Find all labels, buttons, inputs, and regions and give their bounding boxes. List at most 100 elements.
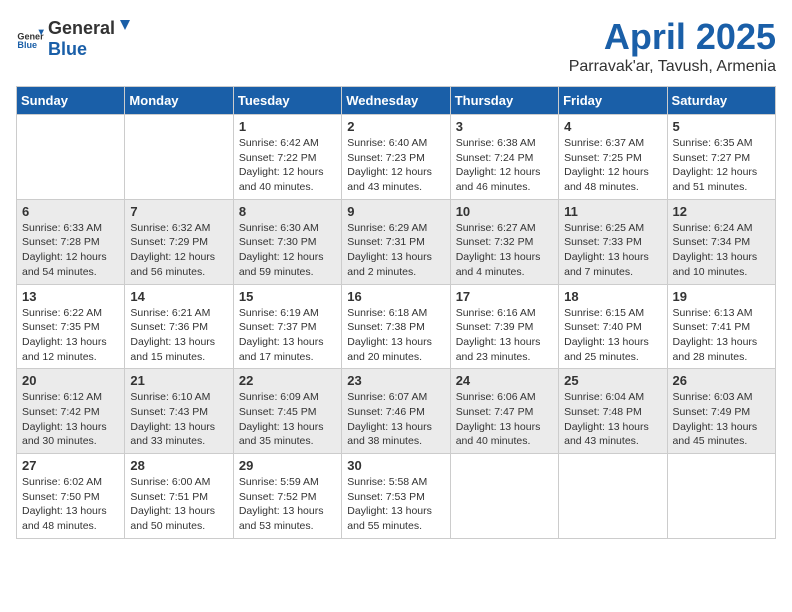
day-number: 9 [347, 204, 444, 219]
logo-blue-text: Blue [48, 39, 135, 60]
calendar-cell: 2 Sunrise: 6:40 AMSunset: 7:23 PMDaylight… [342, 115, 450, 200]
day-info: Sunrise: 6:09 AMSunset: 7:45 PMDaylight:… [239, 390, 336, 449]
calendar-cell: 30 Sunrise: 5:58 AMSunset: 7:53 PMDayligh… [342, 454, 450, 539]
calendar-table: SundayMondayTuesdayWednesdayThursdayFrid… [16, 86, 776, 539]
day-info: Sunrise: 6:35 AMSunset: 7:27 PMDaylight:… [673, 136, 770, 195]
day-number: 17 [456, 289, 553, 304]
calendar-cell: 3 Sunrise: 6:38 AMSunset: 7:24 PMDaylight… [450, 115, 558, 200]
calendar-cell: 17Sunrise: 6:16 AMSunset: 7:39 PMDayligh… [450, 284, 558, 369]
logo-icon: General Blue [16, 24, 44, 52]
calendar-cell: 24Sunrise: 6:06 AMSunset: 7:47 PMDayligh… [450, 369, 558, 454]
day-number: 28 [130, 458, 227, 473]
day-number: 25 [564, 373, 661, 388]
day-info: Sunrise: 6:07 AMSunset: 7:46 PMDaylight:… [347, 390, 444, 449]
calendar-cell: 27 Sunrise: 6:02 AMSunset: 7:50 PMDayligh… [17, 454, 125, 539]
day-number: 2 [347, 119, 444, 134]
day-info: Sunrise: 6:21 AMSunset: 7:36 PMDaylight:… [130, 306, 227, 365]
day-info: Sunrise: 6:18 AMSunset: 7:38 PMDaylight:… [347, 306, 444, 365]
day-number: 30 [347, 458, 444, 473]
calendar-cell: 22Sunrise: 6:09 AMSunset: 7:45 PMDayligh… [233, 369, 341, 454]
day-number: 4 [564, 119, 661, 134]
day-info: Sunrise: 6:40 AMSunset: 7:23 PMDaylight:… [347, 136, 444, 195]
calendar-cell: 18 Sunrise: 6:15 AMSunset: 7:40 PMDayligh… [559, 284, 667, 369]
calendar-cell: 25 Sunrise: 6:04 AMSunset: 7:48 PMDayligh… [559, 369, 667, 454]
calendar-row: 1 Sunrise: 6:42 AMSunset: 7:22 PMDaylight… [17, 115, 776, 200]
day-info: Sunrise: 6:42 AMSunset: 7:22 PMDaylight:… [239, 136, 336, 195]
day-number: 3 [456, 119, 553, 134]
weekday-header-thursday: Thursday [450, 87, 558, 115]
calendar-cell: 8 Sunrise: 6:30 AMSunset: 7:30 PMDaylight… [233, 199, 341, 284]
title-area: April 2025 Parravak'ar, Tavush, Armenia [569, 16, 776, 76]
calendar-cell: 1 Sunrise: 6:42 AMSunset: 7:22 PMDaylight… [233, 115, 341, 200]
day-number: 12 [673, 204, 770, 219]
day-number: 20 [22, 373, 119, 388]
calendar-row: 6Sunrise: 6:33 AMSunset: 7:28 PMDaylight… [17, 199, 776, 284]
calendar-row: 20Sunrise: 6:12 AMSunset: 7:42 PMDayligh… [17, 369, 776, 454]
day-number: 14 [130, 289, 227, 304]
calendar-cell [559, 454, 667, 539]
calendar-cell [450, 454, 558, 539]
day-number: 16 [347, 289, 444, 304]
day-number: 7 [130, 204, 227, 219]
day-info: Sunrise: 6:04 AMSunset: 7:48 PMDaylight:… [564, 390, 661, 449]
calendar-row: 13 Sunrise: 6:22 AMSunset: 7:35 PMDayligh… [17, 284, 776, 369]
calendar-cell: 13 Sunrise: 6:22 AMSunset: 7:35 PMDayligh… [17, 284, 125, 369]
calendar-cell: 15Sunrise: 6:19 AMSunset: 7:37 PMDayligh… [233, 284, 341, 369]
day-info: Sunrise: 6:02 AMSunset: 7:50 PMDaylight:… [22, 475, 119, 534]
day-info: Sunrise: 6:25 AMSunset: 7:33 PMDaylight:… [564, 221, 661, 280]
calendar-cell: 19 Sunrise: 6:13 AMSunset: 7:41 PMDayligh… [667, 284, 775, 369]
calendar-cell: 26Sunrise: 6:03 AMSunset: 7:49 PMDayligh… [667, 369, 775, 454]
day-number: 11 [564, 204, 661, 219]
day-info: Sunrise: 5:59 AMSunset: 7:52 PMDaylight:… [239, 475, 336, 534]
weekday-header-wednesday: Wednesday [342, 87, 450, 115]
weekday-header-sunday: Sunday [17, 87, 125, 115]
calendar-cell: 5 Sunrise: 6:35 AMSunset: 7:27 PMDaylight… [667, 115, 775, 200]
day-number: 21 [130, 373, 227, 388]
calendar-cell: 10Sunrise: 6:27 AMSunset: 7:32 PMDayligh… [450, 199, 558, 284]
day-number: 1 [239, 119, 336, 134]
calendar-cell: 12 Sunrise: 6:24 AMSunset: 7:34 PMDayligh… [667, 199, 775, 284]
day-number: 6 [22, 204, 119, 219]
calendar-cell: 9 Sunrise: 6:29 AMSunset: 7:31 PMDaylight… [342, 199, 450, 284]
day-info: Sunrise: 6:10 AMSunset: 7:43 PMDaylight:… [130, 390, 227, 449]
calendar-cell: 20Sunrise: 6:12 AMSunset: 7:42 PMDayligh… [17, 369, 125, 454]
logo-general-text: General [48, 18, 115, 39]
calendar-cell: 7 Sunrise: 6:32 AMSunset: 7:29 PMDaylight… [125, 199, 233, 284]
day-info: Sunrise: 6:38 AMSunset: 7:24 PMDaylight:… [456, 136, 553, 195]
day-number: 15 [239, 289, 336, 304]
logo: General Blue General Blue [16, 16, 135, 60]
calendar-cell [125, 115, 233, 200]
location-title: Parravak'ar, Tavush, Armenia [569, 58, 776, 76]
calendar-cell [17, 115, 125, 200]
calendar-cell: 6Sunrise: 6:33 AMSunset: 7:28 PMDaylight… [17, 199, 125, 284]
day-number: 19 [673, 289, 770, 304]
day-info: Sunrise: 6:30 AMSunset: 7:30 PMDaylight:… [239, 221, 336, 280]
day-number: 5 [673, 119, 770, 134]
day-info: Sunrise: 6:00 AMSunset: 7:51 PMDaylight:… [130, 475, 227, 534]
day-info: Sunrise: 6:24 AMSunset: 7:34 PMDaylight:… [673, 221, 770, 280]
calendar-cell: 11 Sunrise: 6:25 AMSunset: 7:33 PMDayligh… [559, 199, 667, 284]
calendar-cell: 29Sunrise: 5:59 AMSunset: 7:52 PMDayligh… [233, 454, 341, 539]
weekday-header-saturday: Saturday [667, 87, 775, 115]
weekday-header-tuesday: Tuesday [233, 87, 341, 115]
day-info: Sunrise: 6:29 AMSunset: 7:31 PMDaylight:… [347, 221, 444, 280]
svg-text:Blue: Blue [17, 40, 37, 50]
day-number: 26 [673, 373, 770, 388]
calendar-cell: 14 Sunrise: 6:21 AMSunset: 7:36 PMDayligh… [125, 284, 233, 369]
day-info: Sunrise: 6:06 AMSunset: 7:47 PMDaylight:… [456, 390, 553, 449]
day-number: 18 [564, 289, 661, 304]
day-info: Sunrise: 6:13 AMSunset: 7:41 PMDaylight:… [673, 306, 770, 365]
day-info: Sunrise: 6:32 AMSunset: 7:29 PMDaylight:… [130, 221, 227, 280]
calendar-header-row: SundayMondayTuesdayWednesdayThursdayFrid… [17, 87, 776, 115]
day-info: Sunrise: 6:15 AMSunset: 7:40 PMDaylight:… [564, 306, 661, 365]
day-info: Sunrise: 6:22 AMSunset: 7:35 PMDaylight:… [22, 306, 119, 365]
calendar-cell: 28 Sunrise: 6:00 AMSunset: 7:51 PMDayligh… [125, 454, 233, 539]
day-number: 13 [22, 289, 119, 304]
day-number: 27 [22, 458, 119, 473]
day-info: Sunrise: 5:58 AMSunset: 7:53 PMDaylight:… [347, 475, 444, 534]
logo-arrow-icon [116, 16, 134, 34]
calendar-cell: 21 Sunrise: 6:10 AMSunset: 7:43 PMDayligh… [125, 369, 233, 454]
header: General Blue General Blue April 2025 Par… [16, 16, 776, 76]
day-info: Sunrise: 6:27 AMSunset: 7:32 PMDaylight:… [456, 221, 553, 280]
day-number: 8 [239, 204, 336, 219]
